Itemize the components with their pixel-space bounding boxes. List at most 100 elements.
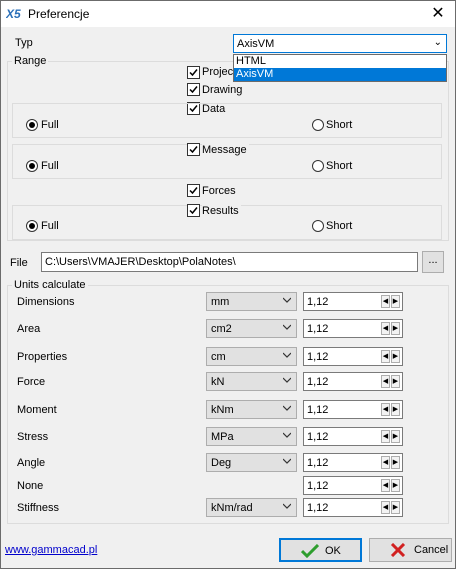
axis-x5-icon: X5 [6, 7, 21, 20]
data-full-label: Full [41, 119, 59, 131]
unit-value: MPa [211, 431, 234, 443]
project-checkbox[interactable] [187, 66, 200, 79]
force-precision-spinner[interactable]: 1,12 ◀ ▶ [303, 372, 403, 391]
data-subgroup [12, 103, 442, 138]
unit-row-label: Moment [17, 404, 57, 416]
spinner-value: 1,12 [307, 376, 329, 388]
forces-checkbox[interactable] [187, 184, 200, 197]
results-checkbox[interactable] [187, 204, 200, 217]
spinner-value: 1,12 [307, 296, 329, 308]
unit-value: kN [211, 376, 225, 388]
increment-icon[interactable]: ▶ [391, 322, 400, 335]
chevron-down-icon [283, 377, 291, 383]
results-label: Results [202, 205, 241, 217]
increment-icon[interactable]: ▶ [391, 295, 400, 308]
typ-option-axisvm[interactable]: AxisVM [234, 68, 446, 81]
chevron-down-icon [283, 297, 291, 303]
ok-label: OK [325, 545, 341, 557]
properties-precision-spinner[interactable]: 1,12 ◀ ▶ [303, 347, 403, 366]
decrement-icon[interactable]: ◀ [381, 430, 390, 443]
decrement-icon[interactable]: ◀ [381, 322, 390, 335]
typ-selected-value: AxisVM [237, 38, 275, 50]
chevron-down-icon [283, 432, 291, 438]
angle-precision-spinner[interactable]: 1,12 ◀ ▶ [303, 453, 403, 472]
typ-option-html[interactable]: HTML [234, 55, 446, 68]
moment-precision-spinner[interactable]: 1,12 ◀ ▶ [303, 400, 403, 419]
decrement-icon[interactable]: ◀ [381, 479, 390, 492]
cancel-label: Cancel [414, 544, 449, 556]
dimensions-precision-spinner[interactable]: 1,12 ◀ ▶ [303, 292, 403, 311]
unit-row-label: Area [17, 323, 41, 335]
increment-icon[interactable]: ▶ [391, 430, 400, 443]
stiffness-unit-select[interactable]: kNm/rad [206, 498, 297, 517]
increment-icon[interactable]: ▶ [391, 350, 400, 363]
file-path-input[interactable]: C:\Users\VMAJER\Desktop\PolaNotes\ [41, 252, 418, 272]
file-label: File [10, 257, 28, 269]
window-title: Preferencje [28, 7, 90, 21]
stress-unit-select[interactable]: MPa [206, 427, 297, 446]
message-short-radio[interactable] [312, 160, 324, 172]
stress-precision-spinner[interactable]: 1,12 ◀ ▶ [303, 427, 403, 446]
decrement-icon[interactable]: ◀ [381, 350, 390, 363]
results-short-radio[interactable] [312, 220, 324, 232]
unit-row-label: Properties [17, 351, 68, 363]
increment-icon[interactable]: ▶ [391, 479, 400, 492]
ok-button[interactable]: OK [279, 538, 362, 562]
data-full-radio[interactable] [26, 119, 38, 131]
preferences-dialog: X5 Preferencje ✕ Typ Range Projec Drawin… [0, 0, 456, 569]
stiffness-precision-spinner[interactable]: 1,12 ◀ ▶ [303, 498, 403, 517]
decrement-icon[interactable]: ◀ [381, 456, 390, 469]
spinner-value: 1,12 [307, 502, 329, 514]
cancel-button[interactable]: Cancel [369, 538, 452, 562]
chevron-down-icon: ⌄ [433, 37, 442, 48]
spinner-value: 1,12 [307, 480, 329, 492]
none-precision-spinner[interactable]: 1,12 ◀ ▶ [303, 476, 403, 495]
increment-icon[interactable]: ▶ [391, 403, 400, 416]
decrement-icon[interactable]: ◀ [381, 295, 390, 308]
increment-icon[interactable]: ▶ [391, 375, 400, 388]
angle-unit-select[interactable]: Deg [206, 453, 297, 472]
dimensions-unit-select[interactable]: mm [206, 292, 297, 311]
unit-row-label: Stress [17, 431, 49, 443]
typ-label: Typ [15, 37, 33, 49]
spinner-value: 1,12 [307, 404, 329, 416]
data-short-label: Short [326, 119, 353, 131]
properties-unit-select[interactable]: cm [206, 347, 297, 366]
unit-row-label: Dimensions [17, 296, 75, 308]
increment-icon[interactable]: ▶ [391, 456, 400, 469]
decrement-icon[interactable]: ◀ [381, 501, 390, 514]
message-checkbox[interactable] [187, 143, 200, 156]
units-label: Units calculate [12, 279, 88, 291]
spinner-value: 1,12 [307, 457, 329, 469]
unit-row-label: None [17, 480, 44, 492]
unit-row-label: Angle [17, 457, 46, 469]
range-label: Range [12, 55, 49, 67]
website-link[interactable]: www.gammacad.pl [5, 544, 97, 556]
results-short-label: Short [326, 220, 353, 232]
typ-select[interactable]: AxisVM ⌄ [233, 34, 447, 53]
unit-value: cm [211, 351, 226, 363]
svg-text:X5: X5 [6, 7, 21, 20]
drawing-checkbox[interactable] [187, 83, 200, 96]
unit-row-label: Stiffness [17, 502, 59, 514]
moment-unit-select[interactable]: kNm [206, 400, 297, 419]
increment-icon[interactable]: ▶ [391, 501, 400, 514]
area-unit-select[interactable]: cm2 [206, 319, 297, 338]
decrement-icon[interactable]: ◀ [381, 403, 390, 416]
data-short-radio[interactable] [312, 119, 324, 131]
chevron-down-icon [283, 503, 291, 509]
area-precision-spinner[interactable]: 1,12 ◀ ▶ [303, 319, 403, 338]
close-button[interactable]: ✕ [427, 4, 449, 24]
spinner-value: 1,12 [307, 431, 329, 443]
unit-value: kNm/rad [211, 502, 253, 514]
message-full-label: Full [41, 160, 59, 172]
spinner-value: 1,12 [307, 323, 329, 335]
message-full-radio[interactable] [26, 160, 38, 172]
decrement-icon[interactable]: ◀ [381, 375, 390, 388]
results-full-radio[interactable] [26, 220, 38, 232]
force-unit-select[interactable]: kN [206, 372, 297, 391]
unit-value: cm2 [211, 323, 232, 335]
browse-button[interactable]: ... [422, 251, 444, 273]
spinner-value: 1,12 [307, 351, 329, 363]
close-x-icon [390, 543, 406, 557]
